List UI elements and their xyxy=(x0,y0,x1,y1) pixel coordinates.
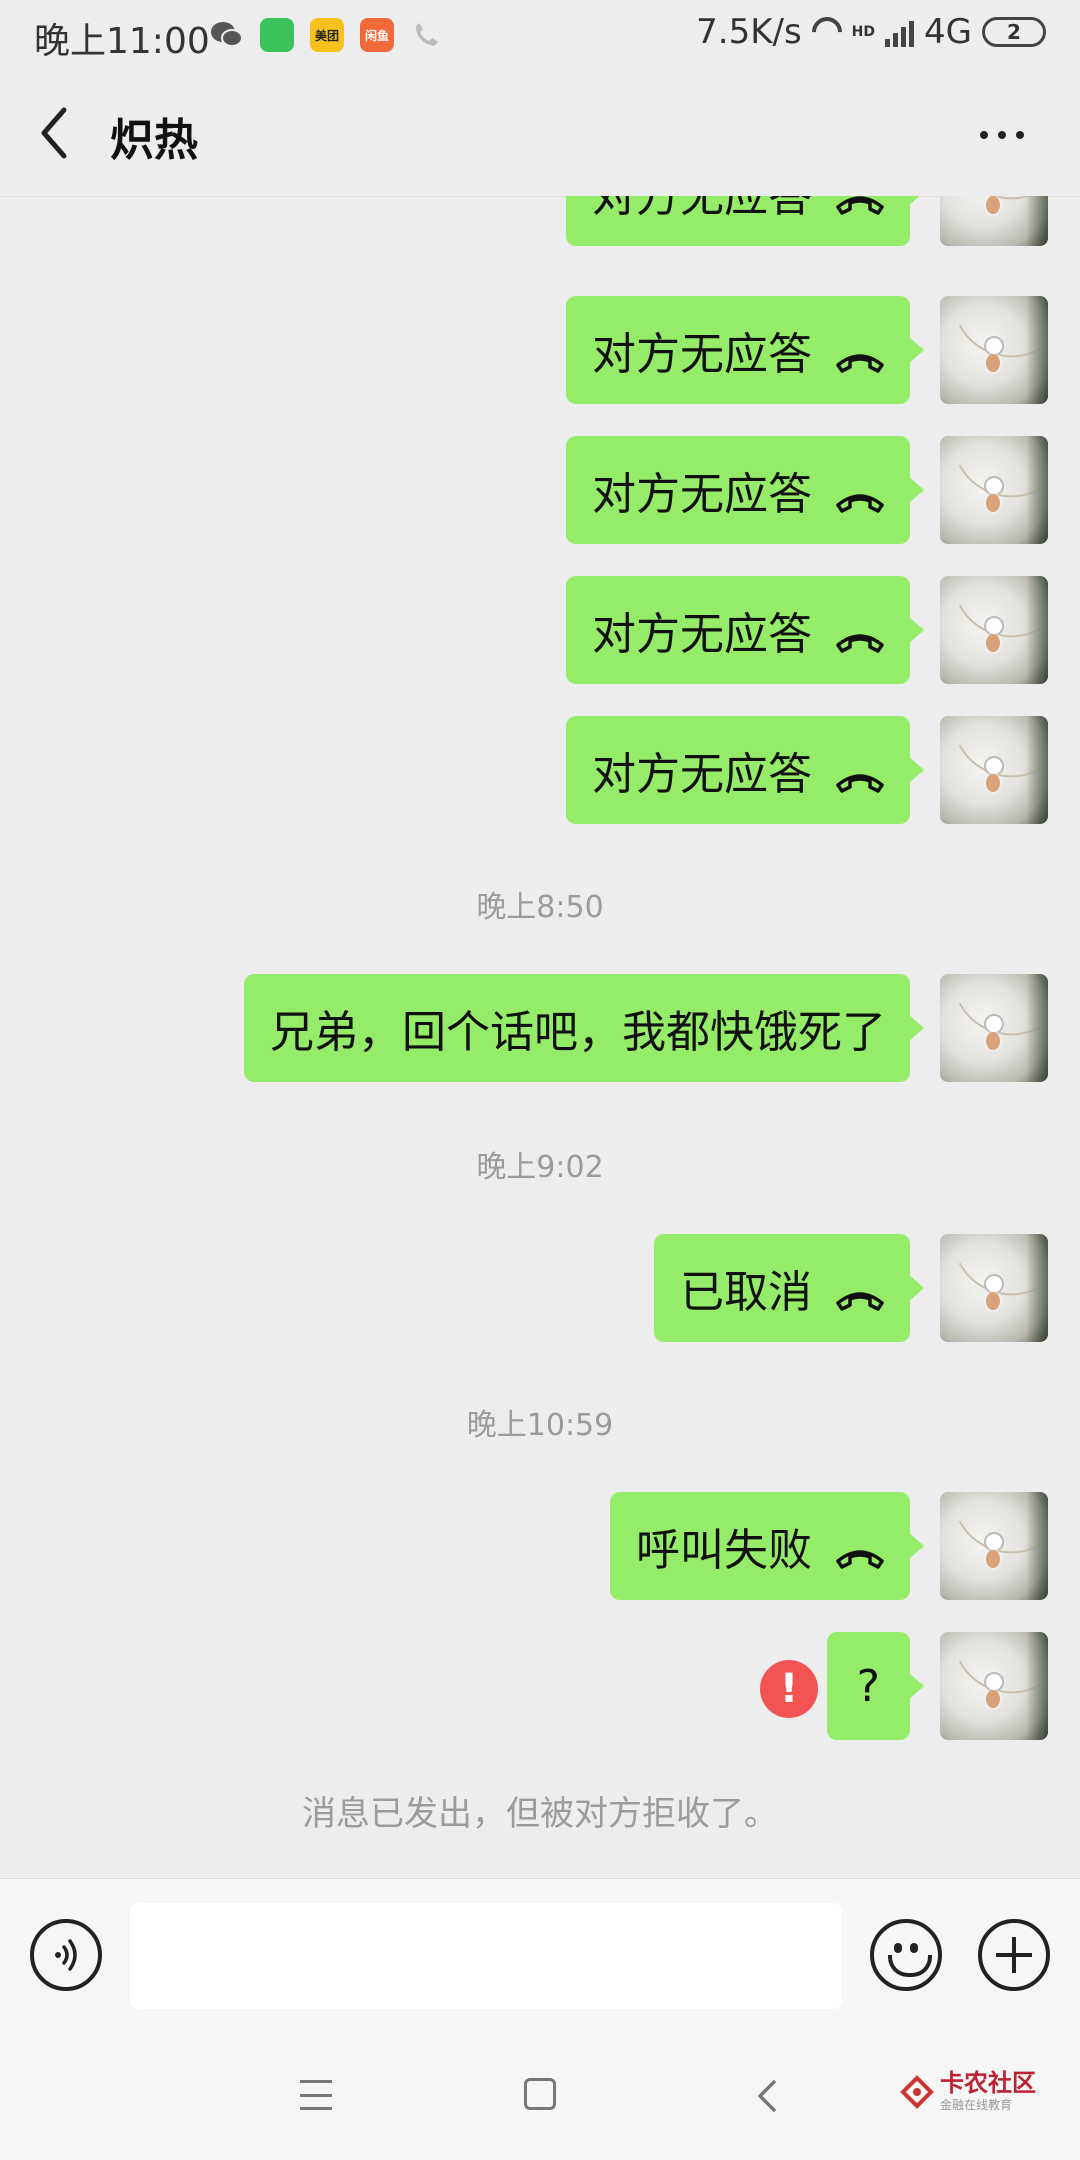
network-type: 4G xyxy=(924,12,972,52)
home-button[interactable] xyxy=(524,2078,556,2110)
net-speed: 7.5K/s xyxy=(696,12,802,52)
wechat-icon xyxy=(210,18,244,52)
message-text: 已取消 xyxy=(680,1267,812,1318)
voice-button[interactable] xyxy=(30,1919,102,1991)
message-text: 对方无应答 xyxy=(592,329,812,380)
phone-hangup-icon xyxy=(834,615,886,653)
call-bubble[interactable]: 呼叫失败 xyxy=(610,1492,924,1600)
watermark-subtitle: 金融在线教育 xyxy=(940,2098,1013,2112)
chevron-left-icon xyxy=(41,107,67,159)
message-row: 对方无应答 xyxy=(0,296,1080,406)
send-failed-icon[interactable]: ! xyxy=(760,1660,818,1718)
status-bar: 晚上11:00 美团 闲鱼 7.5K/s HD 4G 2 xyxy=(0,0,1080,70)
text-bubble[interactable]: 兄弟，回个话吧，我都快饿死了 xyxy=(244,974,924,1082)
signal-icon xyxy=(885,17,915,47)
message-input[interactable] xyxy=(130,1903,842,2009)
system-nav-bar: 卡农社区 金融在线教育 xyxy=(0,2030,1080,2160)
call-bubble[interactable]: 对方无应答 xyxy=(566,196,924,246)
more-dot-icon xyxy=(998,131,1006,139)
more-actions-button[interactable] xyxy=(978,1919,1050,1991)
avatar[interactable] xyxy=(940,1492,1048,1600)
message-text: 对方无应答 xyxy=(592,469,812,520)
chat-header: 炽热 xyxy=(0,70,1080,197)
moon-icon xyxy=(805,10,848,54)
phone-hangup-icon xyxy=(834,1273,886,1311)
xianyu-icon: 闲鱼 xyxy=(360,18,394,52)
status-right: 7.5K/s HD 4G 2 xyxy=(696,10,1046,54)
more-options-button[interactable] xyxy=(980,120,1040,150)
timestamp: 晚上10:59 xyxy=(466,1408,614,1443)
system-notice: 消息已发出，但被对方拒收了。 xyxy=(302,1794,778,1834)
message-row: 呼叫失败 xyxy=(0,1492,1080,1602)
message-list[interactable]: 对方无应答 对方无应答 对方无应答 对方无应答 对方无应答 晚上8:50 兄弟，… xyxy=(0,196,1080,1878)
phone-hangup-icon xyxy=(834,475,886,513)
message-text: 兄弟，回个话吧，我都快饿死了 xyxy=(270,1007,886,1058)
avatar[interactable] xyxy=(940,1632,1048,1740)
message-text: 对方无应答 xyxy=(592,609,812,660)
recent-apps-button[interactable] xyxy=(300,2080,332,2110)
timestamp: 晚上9:02 xyxy=(476,1150,604,1185)
emoji-button[interactable] xyxy=(870,1919,942,1991)
battery-icon: 2 xyxy=(982,17,1046,47)
avatar[interactable] xyxy=(940,436,1048,544)
emoji-icon xyxy=(894,1943,902,1953)
hd-label: HD xyxy=(851,24,876,40)
call-bubble[interactable]: 对方无应答 xyxy=(566,716,924,824)
call-bubble[interactable]: 已取消 xyxy=(654,1234,924,1342)
avatar[interactable] xyxy=(940,716,1048,824)
message-row: 已取消 xyxy=(0,1234,1080,1344)
meituan-icon: 美团 xyxy=(310,18,344,52)
avatar[interactable] xyxy=(940,1234,1048,1342)
call-bubble[interactable]: 对方无应答 xyxy=(566,296,924,404)
phone-hangup-icon xyxy=(834,196,886,215)
message-text: ? xyxy=(856,1660,880,1712)
avatar[interactable] xyxy=(940,576,1048,684)
system-back-button[interactable] xyxy=(752,2078,782,2114)
avatar[interactable] xyxy=(940,296,1048,404)
message-text: 对方无应答 xyxy=(592,749,812,800)
notification-icons: 美团 闲鱼 xyxy=(210,18,444,52)
avatar[interactable] xyxy=(940,196,1048,246)
message-row: 对方无应答 xyxy=(0,716,1080,826)
phone-hangup-icon xyxy=(834,755,886,793)
message-row: 对方无应答 xyxy=(0,436,1080,546)
message-row: 对方无应答 xyxy=(0,196,1080,248)
watermark-title: 卡农社区 xyxy=(940,2069,1036,2097)
call-bubble[interactable]: 对方无应答 xyxy=(566,436,924,544)
text-bubble[interactable]: ? xyxy=(826,1632,925,1740)
phone-hangup-icon xyxy=(834,1531,886,1569)
input-bar xyxy=(0,1878,1080,2031)
page-title: 炽热 xyxy=(110,115,198,166)
more-dot-icon xyxy=(980,131,988,139)
voice-icon xyxy=(55,1939,77,1971)
message-row: 兄弟，回个话吧，我都快饿死了 xyxy=(0,974,1080,1084)
call-transfer-icon xyxy=(410,18,444,52)
call-bubble[interactable]: 对方无应答 xyxy=(566,576,924,684)
message-row: ! ? xyxy=(0,1632,1080,1742)
message-text: 对方无应答 xyxy=(592,196,812,222)
status-time: 晚上11:00 xyxy=(34,21,210,62)
back-button[interactable] xyxy=(30,100,90,166)
message-row: 对方无应答 xyxy=(0,576,1080,686)
more-dot-icon xyxy=(1016,131,1024,139)
avatar[interactable] xyxy=(940,974,1048,1082)
phone-hangup-icon xyxy=(834,335,886,373)
timestamp: 晚上8:50 xyxy=(476,890,604,925)
message-text: 呼叫失败 xyxy=(636,1525,812,1576)
green-app-icon xyxy=(260,18,294,52)
watermark: 卡农社区 金融在线教育 xyxy=(900,2070,1036,2113)
watermark-logo-icon xyxy=(900,2074,934,2109)
